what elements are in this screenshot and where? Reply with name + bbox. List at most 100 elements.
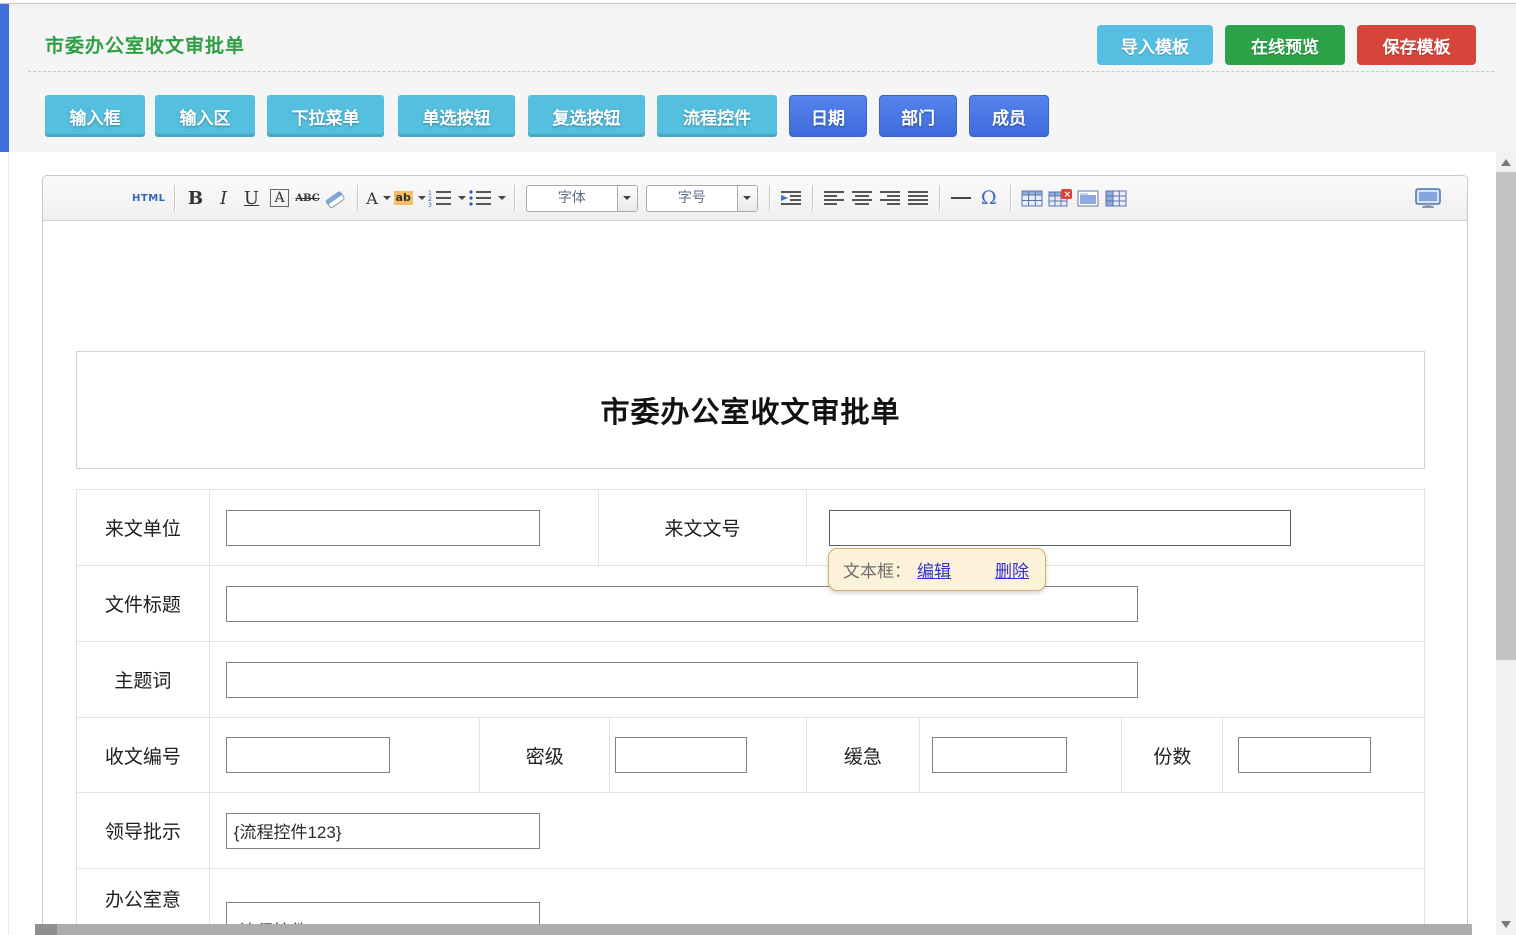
label-incoming-unit: 来文单位	[77, 490, 209, 565]
horizontal-rule-button[interactable]	[948, 183, 974, 213]
table-properties-button[interactable]	[1103, 183, 1129, 213]
chevron-down-icon	[623, 196, 631, 200]
chevron-down-icon	[383, 196, 391, 200]
align-left-icon	[823, 190, 845, 207]
label-receipt-number: 收文编号	[77, 718, 209, 792]
delete-table-icon: ×	[1048, 189, 1072, 207]
import-template-button[interactable]: 导入模板	[1097, 25, 1213, 65]
cell-leader-comments	[209, 793, 1424, 868]
fullscreen-button[interactable]	[1415, 183, 1441, 213]
palette-date-button[interactable]: 日期	[789, 95, 867, 137]
scroll-down-button[interactable]	[1496, 916, 1516, 933]
bottom-bar	[35, 924, 1472, 935]
palette-radio-button[interactable]: 单选按钮	[398, 95, 515, 137]
table-row: 文件标题	[77, 565, 1424, 641]
chevron-down-icon	[418, 196, 426, 200]
svg-text:3: 3	[428, 202, 432, 207]
palette-department-button[interactable]: 部门	[879, 95, 957, 137]
receipt-number-input[interactable]	[226, 737, 390, 773]
font-family-arrow-button[interactable]	[617, 186, 637, 211]
remove-format-button[interactable]	[323, 183, 349, 213]
italic-button[interactable]: I	[211, 183, 237, 213]
delete-table-button[interactable]: ×	[1047, 183, 1073, 213]
editor-canvas[interactable]: 市委办公室收文审批单 来文单位 来文文号 文件标题	[43, 222, 1467, 934]
svg-text:×: ×	[1063, 190, 1071, 200]
down-arrow-icon	[1501, 921, 1511, 928]
table-icon	[1021, 190, 1043, 207]
align-right-button[interactable]	[877, 183, 903, 213]
align-left-button[interactable]	[821, 183, 847, 213]
rich-text-editor: HTML B I U A ABC A ab	[42, 175, 1468, 935]
page: 市委办公室收文审批单 导入模板 在线预览 保存模板 输入框 输入区 下拉菜单 单…	[0, 0, 1516, 935]
horizontal-rule-icon	[951, 197, 971, 199]
palette-checkbox-button[interactable]: 复选按钮	[528, 95, 645, 137]
palette-input-box-button[interactable]: 输入框	[45, 95, 145, 137]
palette-member-button[interactable]: 成员	[969, 95, 1049, 137]
palette-input-area-button[interactable]: 输入区	[155, 95, 255, 137]
label-leader-comments: 领导批示	[77, 793, 209, 868]
strikethrough-button[interactable]: ABC	[295, 183, 321, 213]
font-family-select[interactable]: 字体	[526, 185, 638, 212]
chevron-down-icon	[458, 196, 466, 200]
font-family-value: 字体	[527, 186, 617, 211]
delete-link[interactable]: 删除	[995, 557, 1029, 582]
header-panel: 市委办公室收文审批单 导入模板 在线预览 保存模板 输入框 输入区 下拉菜单 单…	[9, 9, 1516, 152]
font-style-button[interactable]: A	[267, 183, 293, 213]
vertical-scrollbar[interactable]	[1496, 152, 1516, 935]
toolbar-separator	[1010, 185, 1011, 211]
cell-copies	[1222, 718, 1424, 792]
label-file-title: 文件标题	[77, 566, 209, 641]
subject-words-input[interactable]	[226, 662, 1138, 698]
font-size-select[interactable]: 字号	[646, 185, 758, 212]
underline-button[interactable]: U	[239, 183, 265, 213]
table-row: 领导批示	[77, 792, 1424, 868]
up-arrow-icon	[1501, 159, 1511, 166]
unordered-list-button[interactable]	[468, 183, 506, 213]
incoming-number-input[interactable]	[829, 510, 1291, 546]
ordered-list-button[interactable]: 1 2 3	[428, 183, 466, 213]
indent-icon	[779, 189, 803, 207]
document-title: 市委办公室收文审批单	[600, 389, 900, 431]
indent-button[interactable]	[778, 183, 804, 213]
window-left-strip	[0, 4, 9, 152]
html-source-button[interactable]: HTML	[132, 183, 166, 213]
scroll-up-button[interactable]	[1496, 154, 1516, 171]
palette-process-control-button[interactable]: 流程控件	[657, 95, 777, 137]
window-top-strip	[0, 0, 1516, 9]
secrecy-level-input[interactable]	[615, 737, 747, 773]
online-preview-button[interactable]: 在线预览	[1225, 25, 1345, 65]
incoming-unit-input[interactable]	[226, 510, 540, 546]
cell-properties-icon	[1077, 190, 1099, 207]
align-center-button[interactable]	[849, 183, 875, 213]
scrollbar-thumb[interactable]	[1496, 172, 1516, 660]
cell-file-title	[209, 566, 1424, 641]
table-row: 收文编号 密级 缓急 份数	[77, 717, 1424, 792]
cell-properties-button[interactable]	[1075, 183, 1101, 213]
font-color-button[interactable]: A	[366, 183, 392, 213]
special-char-button[interactable]: Ω	[976, 183, 1002, 213]
font-color-a-icon: A	[366, 189, 378, 208]
insert-table-button[interactable]	[1019, 183, 1045, 213]
ordered-list-icon: 1 2 3	[428, 189, 453, 207]
highlight-ab-icon: ab	[394, 191, 413, 205]
chevron-down-icon	[743, 196, 751, 200]
edit-link[interactable]: 编辑	[917, 557, 951, 582]
urgency-input[interactable]	[932, 737, 1067, 773]
leader-comments-input[interactable]	[226, 813, 540, 849]
document-table: 来文单位 来文文号 文件标题	[76, 489, 1425, 934]
label-secrecy-level: 密级	[479, 718, 609, 792]
highlight-color-button[interactable]: ab	[394, 183, 426, 213]
bold-button[interactable]: B	[183, 183, 209, 213]
document-title-box: 市委办公室收文审批单	[76, 351, 1425, 469]
palette-dropdown-button[interactable]: 下拉菜单	[267, 95, 384, 137]
unordered-list-icon	[468, 189, 493, 207]
label-copies: 份数	[1121, 718, 1222, 792]
toolbar-separator	[357, 185, 358, 211]
save-template-button[interactable]: 保存模板	[1357, 25, 1476, 65]
toolbar-separator	[174, 185, 175, 211]
font-size-arrow-button[interactable]	[737, 186, 757, 211]
toolbar-separator	[769, 185, 770, 211]
copies-input[interactable]	[1238, 737, 1371, 773]
bottom-bar-cap	[35, 924, 57, 935]
align-justify-button[interactable]	[905, 183, 931, 213]
